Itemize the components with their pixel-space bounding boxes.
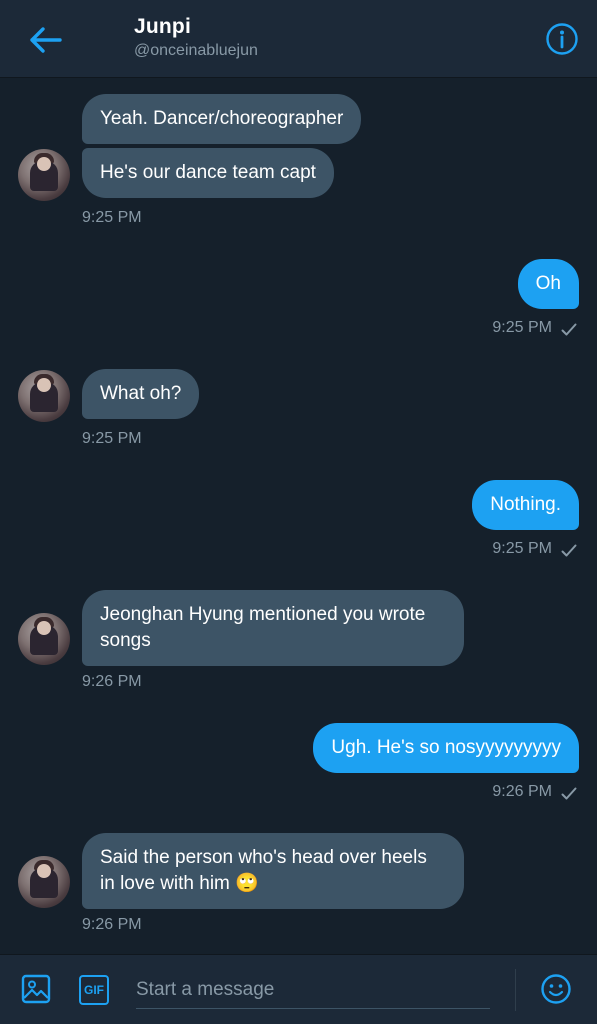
emoji-icon xyxy=(541,974,571,1004)
message-timestamp: 9:26 PM xyxy=(492,783,552,800)
dm-conversation: Junpi @onceinabluejun Yeah. Dancer/chore… xyxy=(0,0,597,1024)
message-timestamp: 9:25 PM xyxy=(82,430,142,447)
message-text: Oh xyxy=(535,273,561,294)
check-icon xyxy=(561,544,577,557)
contact-handle[interactable]: @onceinabluejun xyxy=(134,42,258,60)
avatar[interactable] xyxy=(18,856,70,908)
message-bubble-incoming[interactable]: What oh? xyxy=(82,369,200,419)
avatar[interactable] xyxy=(18,149,70,201)
rolling-eyes-emoji: 🙄 xyxy=(235,873,259,894)
message-bubble-incoming[interactable]: Yeah. Dancer/choreographer xyxy=(82,94,362,144)
message-composer: GIF xyxy=(0,954,597,1024)
check-icon xyxy=(561,323,577,336)
message-bubble-incoming[interactable]: He's our dance team capt xyxy=(82,148,334,198)
message-text: Jeonghan Hyung mentioned you wrote songs xyxy=(100,604,426,651)
message-input[interactable] xyxy=(136,971,490,1009)
message-bubble-incoming[interactable]: Jeonghan Hyung mentioned you wrote songs xyxy=(82,590,464,666)
message-text: Yeah. Dancer/choreographer xyxy=(100,108,344,129)
check-icon xyxy=(561,787,577,800)
image-icon xyxy=(21,974,51,1004)
back-button[interactable] xyxy=(24,20,68,60)
message-timestamp: 9:25 PM xyxy=(492,319,552,336)
composer-divider xyxy=(515,969,516,1011)
message-text: Said the person who's head over heels in… xyxy=(100,847,427,894)
contact-name[interactable]: Junpi xyxy=(134,15,191,39)
message-text: Ugh. He's so nosyyyyyyyyy xyxy=(331,737,561,758)
conversation-header: Junpi @onceinabluejun xyxy=(0,0,597,78)
avatar[interactable] xyxy=(18,613,70,665)
info-icon xyxy=(546,23,578,55)
message-text: What oh? xyxy=(100,383,182,404)
message-timestamp: 9:25 PM xyxy=(492,540,552,557)
message-bubble-outgoing[interactable]: Oh xyxy=(517,259,579,309)
avatar[interactable] xyxy=(18,370,70,422)
message-bubble-incoming[interactable]: Said the person who's head over heels in… xyxy=(82,833,464,909)
message-timestamp: 9:26 PM xyxy=(82,673,142,690)
arrow-left-icon xyxy=(30,27,62,53)
message-bubble-outgoing[interactable]: Nothing. xyxy=(472,480,579,530)
message-text: Nothing. xyxy=(490,494,561,515)
message-timestamp: 9:25 PM xyxy=(82,209,142,226)
message-bubble-outgoing[interactable]: Ugh. He's so nosyyyyyyyyy xyxy=(313,723,579,773)
gif-icon: GIF xyxy=(84,983,104,997)
add-photo-button[interactable] xyxy=(20,973,52,1005)
message-list[interactable]: Yeah. Dancer/choreographer He's our danc… xyxy=(0,78,597,954)
emoji-button[interactable] xyxy=(540,973,572,1005)
message-timestamp: 9:26 PM xyxy=(82,916,142,933)
conversation-info-button[interactable] xyxy=(543,20,581,58)
gif-button[interactable]: GIF xyxy=(79,975,109,1005)
message-text: He's our dance team capt xyxy=(100,162,316,183)
